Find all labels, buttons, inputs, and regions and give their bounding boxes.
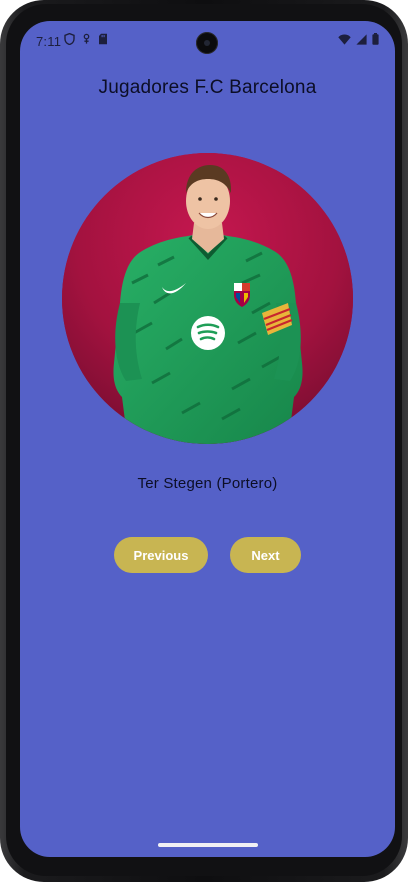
signal-icon — [356, 33, 367, 45]
battery-icon — [372, 33, 379, 45]
previous-button[interactable]: Previous — [114, 537, 208, 573]
player-name-caption: Ter Stegen (Portero) — [137, 475, 278, 492]
status-time: 7:11 — [36, 34, 62, 49]
front-camera — [196, 32, 218, 54]
status-system-icons — [338, 33, 379, 45]
home-indicator[interactable] — [158, 843, 258, 847]
status-notification-icons — [64, 33, 108, 45]
player-photo — [62, 153, 353, 444]
wifi-icon — [338, 34, 351, 45]
app-screen: 7:11 Jugadores F.C Barcelona Ter Stegen … — [20, 21, 395, 857]
page-title: Jugadores F.C Barcelona — [98, 77, 317, 98]
sd-card-icon — [99, 33, 107, 45]
phone-frame: 7:11 Jugadores F.C Barcelona Ter Stegen … — [0, 0, 408, 882]
status-bar: 7:11 — [20, 21, 395, 61]
location-icon — [83, 33, 90, 44]
player-image — [62, 153, 353, 444]
next-button[interactable]: Next — [230, 537, 301, 573]
phone-bezel: 7:11 Jugadores F.C Barcelona Ter Stegen … — [6, 4, 402, 876]
shield-icon — [64, 33, 75, 45]
